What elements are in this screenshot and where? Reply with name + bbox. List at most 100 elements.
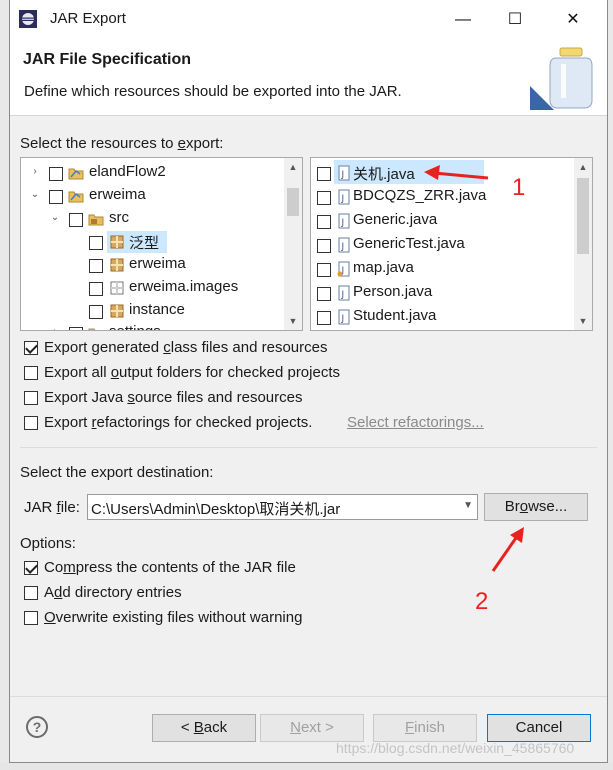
tree-item-erweima-package[interactable]: erweima: [21, 254, 286, 276]
scroll-down-icon[interactable]: ▼: [574, 312, 592, 330]
file-item-student[interactable]: J Student.java: [311, 306, 576, 328]
checkbox[interactable]: [89, 305, 103, 319]
file-item-label: map.java: [353, 259, 414, 276]
checkbox[interactable]: [24, 416, 38, 430]
tree-item-label: 泛型: [129, 235, 160, 252]
file-item-label: Generic.java: [353, 211, 438, 228]
cancel-button[interactable]: Cancel: [487, 714, 591, 742]
scroll-thumb[interactable]: [577, 178, 589, 254]
jar-file-combo[interactable]: C:\Users\Admin\Desktop\取消关机.jar ▼: [87, 494, 478, 520]
java-file-icon: J: [338, 285, 350, 301]
wizard-header: JAR File Specification Define which reso…: [10, 38, 607, 116]
expand-arrow-icon[interactable]: ›: [29, 164, 41, 180]
destination-label: Select the export destination:: [20, 464, 214, 481]
browse-button[interactable]: Browse...: [484, 493, 588, 521]
tree-item-elandflow2[interactable]: › elandFlow2: [21, 162, 286, 184]
svg-text:J: J: [341, 242, 345, 252]
option-label: Export all output folders for checked pr…: [44, 364, 340, 381]
help-icon[interactable]: ?: [26, 716, 48, 738]
checkbox[interactable]: [24, 561, 38, 575]
scroll-down-icon[interactable]: ▼: [284, 312, 302, 330]
checkbox[interactable]: [317, 215, 331, 229]
resources-label-suffix: xport:: [185, 135, 224, 152]
scroll-up-icon[interactable]: ▲: [284, 158, 302, 176]
checkbox[interactable]: [24, 611, 38, 625]
tree-item-instance[interactable]: instance: [21, 300, 286, 322]
scroll-up-icon[interactable]: ▲: [574, 158, 592, 176]
page-description: Define which resources should be exporte…: [24, 83, 402, 100]
jar-file-label: JAR file:: [24, 499, 80, 516]
title-bar[interactable]: JAR Export — ☐ ✕: [10, 0, 607, 38]
tree-item-label: settings: [109, 323, 161, 330]
file-item-label: Student.java: [353, 307, 437, 324]
option-label: Export Java source files and resources: [44, 389, 303, 406]
resources-label-mnemonic: e: [177, 135, 186, 152]
java-file-icon: J: [338, 213, 350, 229]
back-button[interactable]: < Back: [152, 714, 256, 742]
tree-item-src[interactable]: ⌄ src: [21, 208, 286, 230]
eclipse-app-icon: [19, 10, 37, 28]
resources-label: Select the resources to export:: [20, 135, 223, 152]
divider: [20, 447, 597, 448]
checkbox[interactable]: [24, 341, 38, 355]
checkbox[interactable]: [89, 259, 103, 273]
checkbox[interactable]: [89, 236, 103, 250]
checkbox[interactable]: [24, 391, 38, 405]
scroll-thumb[interactable]: [287, 188, 299, 216]
jar-file-value[interactable]: C:\Users\Admin\Desktop\取消关机.jar: [91, 498, 340, 519]
checkbox[interactable]: [24, 586, 38, 600]
file-item-label: 关机.java: [353, 166, 415, 183]
options-label: Options:: [20, 535, 76, 552]
select-refactorings-link[interactable]: Select refactorings...: [347, 414, 484, 431]
checkbox[interactable]: [24, 366, 38, 380]
file-item-generictest[interactable]: J GenericTest.java: [311, 234, 576, 256]
checkbox[interactable]: [317, 263, 331, 277]
close-button[interactable]: ✕: [558, 8, 588, 32]
next-button[interactable]: Next >: [260, 714, 364, 742]
tree-item-label: elandFlow2: [89, 163, 166, 180]
checkbox[interactable]: [317, 287, 331, 301]
project-icon: [68, 168, 84, 180]
resource-tree[interactable]: › elandFlow2 ⌄ erweima ⌄ src 泛型 erweima: [20, 157, 303, 331]
checkbox[interactable]: [69, 213, 83, 227]
option-label: Add directory entries: [44, 584, 182, 601]
finish-button[interactable]: Finish: [373, 714, 477, 742]
checkbox[interactable]: [69, 327, 83, 330]
expand-arrow-icon[interactable]: ›: [49, 324, 61, 330]
package-icon: [110, 235, 124, 249]
tree-item-label: erweima: [89, 186, 146, 203]
tree-item-label: instance: [129, 301, 185, 318]
tree-item-settings[interactable]: › settings: [21, 322, 286, 330]
checkbox[interactable]: [89, 282, 103, 296]
checkbox[interactable]: [317, 311, 331, 325]
svg-text:J: J: [341, 290, 345, 300]
checkbox[interactable]: [49, 190, 63, 204]
tree-item-label: src: [109, 209, 129, 226]
checkbox[interactable]: [317, 167, 331, 181]
tree-item-label: erweima.images: [129, 278, 239, 295]
file-item-person[interactable]: J Person.java: [311, 282, 576, 304]
tree-item-erweima-images[interactable]: erweima.images: [21, 277, 286, 299]
watermark: https://blog.csdn.net/weixin_45865760: [336, 740, 575, 756]
collapse-arrow-icon[interactable]: ⌄: [49, 210, 61, 226]
tree-item-erweima-project[interactable]: ⌄ erweima: [21, 185, 286, 207]
maximize-button[interactable]: ☐: [500, 8, 530, 32]
tree-scrollbar[interactable]: ▲ ▼: [284, 158, 302, 330]
project-icon: [68, 191, 84, 203]
checkbox[interactable]: [317, 191, 331, 205]
tree-item-fanxing[interactable]: 泛型: [21, 231, 286, 253]
background-bottom-strip: [0, 762, 613, 770]
checkbox[interactable]: [49, 167, 63, 181]
file-item-label: GenericTest.java: [353, 235, 465, 252]
file-list-scrollbar[interactable]: ▲ ▼: [574, 158, 592, 330]
java-file-icon: J: [338, 165, 350, 181]
chevron-down-icon[interactable]: ▼: [463, 500, 473, 511]
tree-item-label: erweima: [129, 255, 186, 272]
annotation-arrow-1: [424, 165, 489, 180]
file-item-map[interactable]: J map.java: [311, 258, 576, 280]
file-item-generic[interactable]: J Generic.java: [311, 210, 576, 232]
collapse-arrow-icon[interactable]: ⌄: [29, 187, 41, 203]
minimize-button[interactable]: —: [448, 8, 478, 32]
package-icon: [110, 258, 124, 272]
checkbox[interactable]: [317, 239, 331, 253]
